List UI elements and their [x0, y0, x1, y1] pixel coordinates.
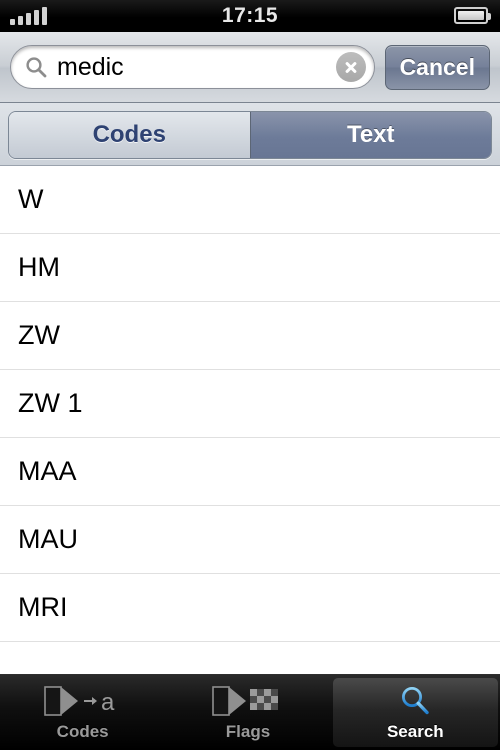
app-screen: 17:15 medic Cancel Codes Text W HM ZW ZW…: [0, 0, 500, 750]
search-input[interactable]: medic: [10, 45, 375, 89]
list-item-label: MRI: [18, 592, 68, 622]
tab-flags[interactable]: Flags: [165, 675, 330, 750]
segmented-control-container: Codes Text: [0, 103, 500, 166]
segment-codes[interactable]: Codes: [9, 112, 250, 158]
status-bar: 17:15: [0, 0, 500, 32]
list-item-label: HM: [18, 252, 60, 282]
list-item-label: MAU: [18, 524, 78, 554]
status-bar-time: 17:15: [221, 4, 279, 27]
flag-to-letter-icon: a: [43, 684, 122, 718]
list-item[interactable]: ZW 1: [0, 370, 500, 438]
search-toolbar: medic Cancel: [0, 32, 500, 103]
segmented-control: Codes Text: [8, 111, 492, 159]
list-item[interactable]: MAA: [0, 438, 500, 506]
clear-circle-icon[interactable]: [335, 52, 366, 82]
tab-search-label: Search: [386, 721, 444, 741]
list-item-label: MAA: [18, 456, 77, 486]
list-item-label: W: [18, 184, 44, 214]
svg-text:a: a: [101, 689, 115, 716]
tab-codes-label: Codes: [56, 721, 109, 741]
search-icon: [25, 56, 47, 78]
tab-flags-label: Flags: [225, 721, 271, 741]
flag-checkered-icon: [212, 684, 284, 718]
cancel-button[interactable]: Cancel: [384, 44, 490, 90]
list-item[interactable]: ZW: [0, 302, 500, 370]
list-item[interactable]: HM: [0, 234, 500, 302]
search-icon: [398, 684, 432, 718]
segment-text[interactable]: Text: [249, 112, 491, 158]
tab-bar: a Codes Flags Search: [0, 674, 500, 750]
tab-codes[interactable]: a Codes: [0, 675, 165, 750]
list-item-label: ZW 1: [18, 388, 83, 418]
list-item[interactable]: MRI: [0, 574, 500, 642]
signal-bars-icon: [10, 7, 47, 25]
search-input-value: medic: [57, 54, 124, 80]
results-list[interactable]: W HM ZW ZW 1 MAA MAU MRI: [0, 166, 500, 702]
list-item-label: ZW: [18, 320, 60, 350]
list-item[interactable]: W: [0, 166, 500, 234]
tab-search[interactable]: Search: [332, 678, 498, 747]
battery-icon: [454, 7, 491, 24]
list-item[interactable]: MAU: [0, 506, 500, 574]
